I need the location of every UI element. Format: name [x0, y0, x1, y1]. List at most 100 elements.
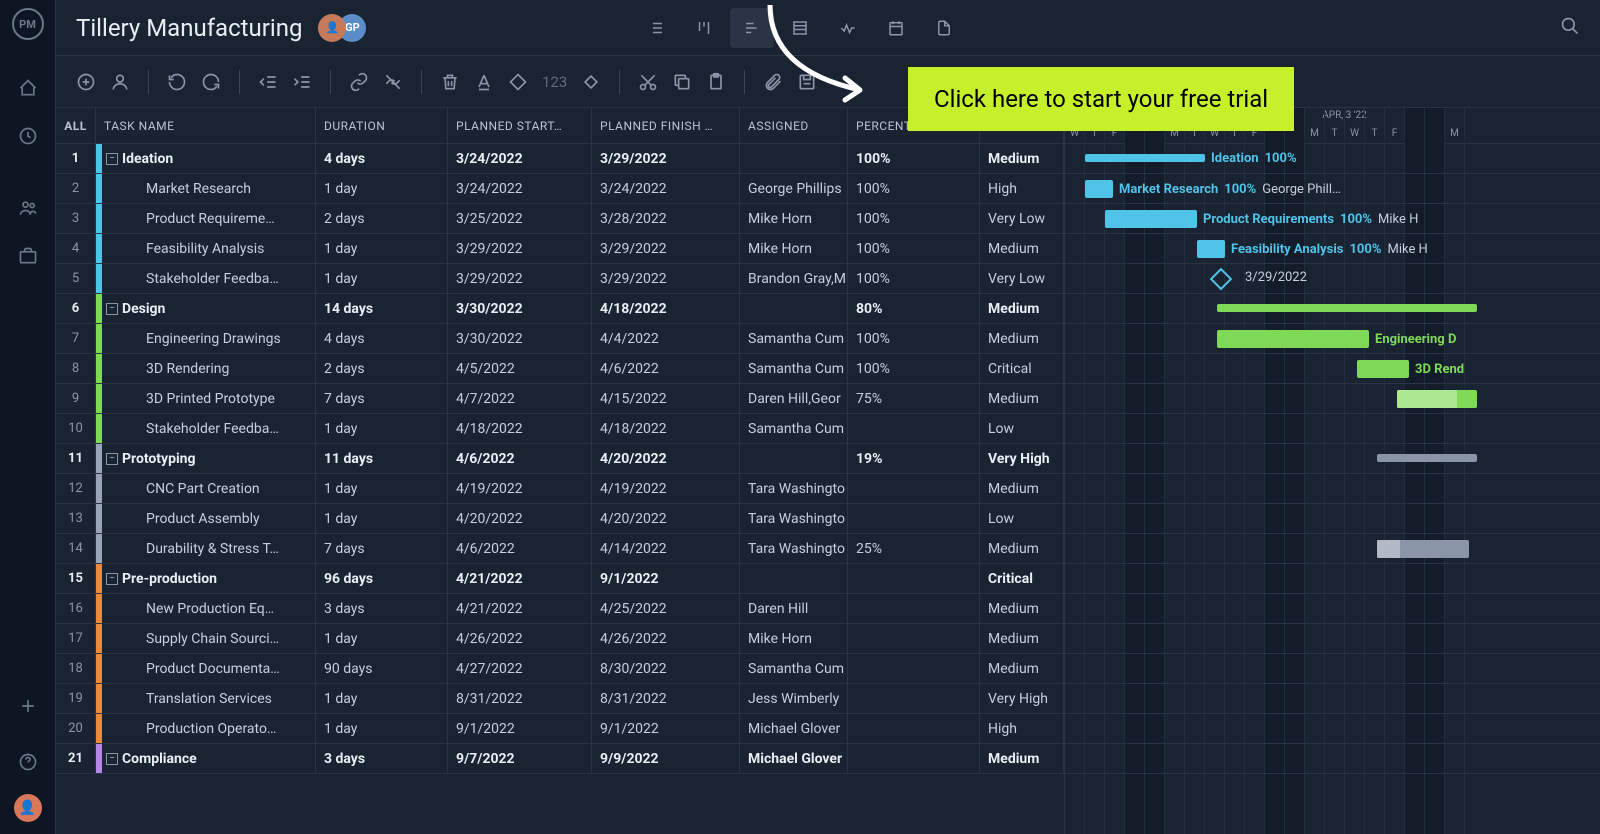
task-name-cell[interactable]: Translation Services [96, 684, 316, 713]
priority-cell[interactable]: Very High [980, 684, 1064, 713]
start-cell[interactable]: 4/20/2022 [448, 504, 592, 533]
assigned-cell[interactable]: Mike Horn [740, 234, 848, 263]
percent-cell[interactable] [848, 564, 980, 593]
unlink-icon[interactable] [383, 72, 403, 92]
gantt-row[interactable] [1065, 414, 1600, 444]
assigned-cell[interactable]: Samantha Cum [740, 324, 848, 353]
task-row[interactable]: 7 Engineering Drawings 4 days 3/30/2022 … [56, 324, 1064, 354]
gantt-bar[interactable]: Engineering D [1217, 330, 1369, 348]
gantt-row[interactable]: Product Requirements100%Mike H [1065, 204, 1600, 234]
priority-cell[interactable]: Medium [980, 534, 1064, 563]
duration-cell[interactable]: 14 days [316, 294, 448, 323]
percent-cell[interactable]: 80% [848, 294, 980, 323]
task-name-cell[interactable]: CNC Part Creation [96, 474, 316, 503]
task-row[interactable]: 14 Durability & Stress T… 7 days 4/6/202… [56, 534, 1064, 564]
priority-cell[interactable]: Medium [980, 324, 1064, 353]
start-cell[interactable]: 3/24/2022 [448, 144, 592, 173]
start-cell[interactable]: 4/18/2022 [448, 414, 592, 443]
task-row[interactable]: 3 Product Requireme… 2 days 3/25/2022 3/… [56, 204, 1064, 234]
col-planned-start[interactable]: PLANNED START… [448, 108, 592, 143]
search-icon[interactable] [1560, 16, 1580, 40]
finish-cell[interactable]: 4/20/2022 [592, 444, 740, 473]
task-name-cell[interactable]: Durability & Stress T… [96, 534, 316, 563]
app-logo[interactable]: PM [12, 8, 44, 40]
percent-cell[interactable]: 100% [848, 324, 980, 353]
gantt-row[interactable] [1065, 294, 1600, 324]
gantt-row[interactable]: Feasibility Analysis100%Mike H [1065, 234, 1600, 264]
percent-cell[interactable]: 100% [848, 144, 980, 173]
finish-cell[interactable]: 3/29/2022 [592, 264, 740, 293]
task-name-cell[interactable]: Product Assembly [96, 504, 316, 533]
task-row[interactable]: 15 − Pre-production 96 days 4/21/2022 9/… [56, 564, 1064, 594]
assigned-cell[interactable]: Tara Washingto [740, 534, 848, 563]
gantt-row[interactable] [1065, 444, 1600, 474]
percent-cell[interactable]: 100% [848, 174, 980, 203]
start-cell[interactable]: 4/7/2022 [448, 384, 592, 413]
cta-callout[interactable]: Click here to start your free trial [908, 67, 1294, 131]
duration-cell[interactable]: 1 day [316, 504, 448, 533]
start-cell[interactable]: 3/29/2022 [448, 234, 592, 263]
col-duration[interactable]: DURATION [316, 108, 448, 143]
priority-cell[interactable]: Medium [980, 384, 1064, 413]
percent-cell[interactable] [848, 474, 980, 503]
view-files-icon[interactable] [922, 8, 966, 48]
gantt-bar[interactable]: Product Requirements100%Mike H [1105, 210, 1197, 228]
view-board-icon[interactable] [682, 8, 726, 48]
finish-cell[interactable]: 8/30/2022 [592, 654, 740, 683]
task-name-cell[interactable]: − Compliance [96, 744, 316, 773]
gantt-row[interactable] [1065, 594, 1600, 624]
finish-cell[interactable]: 3/24/2022 [592, 174, 740, 203]
gantt-chart[interactable]: R, 20 '22MAR, 27 '22APR, 3 '22 WTFSSMTWT… [1065, 108, 1600, 834]
start-cell[interactable]: 8/31/2022 [448, 684, 592, 713]
gantt-row[interactable] [1065, 564, 1600, 594]
outdent-icon[interactable] [258, 72, 278, 92]
percent-cell[interactable] [848, 594, 980, 623]
duration-cell[interactable]: 3 days [316, 744, 448, 773]
task-row[interactable]: 11 − Prototyping 11 days 4/6/2022 4/20/2… [56, 444, 1064, 474]
col-all[interactable]: ALL [56, 108, 96, 143]
delete-icon[interactable] [440, 72, 460, 92]
collapse-icon[interactable]: − [106, 153, 118, 165]
duration-cell[interactable]: 2 days [316, 204, 448, 233]
priority-cell[interactable]: Medium [980, 234, 1064, 263]
percent-cell[interactable]: 100% [848, 264, 980, 293]
collapse-icon[interactable]: − [106, 573, 118, 585]
priority-cell[interactable]: Medium [980, 744, 1064, 773]
task-row[interactable]: 13 Product Assembly 1 day 4/20/2022 4/20… [56, 504, 1064, 534]
start-cell[interactable]: 3/29/2022 [448, 264, 592, 293]
assigned-cell[interactable]: Samantha Cum [740, 354, 848, 383]
gantt-row[interactable]: Engineering D [1065, 324, 1600, 354]
percent-cell[interactable] [848, 744, 980, 773]
add-icon[interactable] [8, 686, 48, 726]
duration-cell[interactable]: 3 days [316, 594, 448, 623]
gantt-bar[interactable] [1397, 390, 1477, 408]
finish-cell[interactable]: 4/26/2022 [592, 624, 740, 653]
duration-cell[interactable]: 1 day [316, 474, 448, 503]
task-name-cell[interactable]: − Design [96, 294, 316, 323]
percent-cell[interactable] [848, 714, 980, 743]
gantt-row[interactable] [1065, 744, 1600, 774]
collapse-icon[interactable]: − [106, 453, 118, 465]
task-row[interactable]: 16 New Production Eq… 3 days 4/21/2022 4… [56, 594, 1064, 624]
task-row[interactable]: 19 Translation Services 1 day 8/31/2022 … [56, 684, 1064, 714]
priority-cell[interactable]: Medium [980, 474, 1064, 503]
assigned-cell[interactable]: Samantha Cum [740, 414, 848, 443]
percent-cell[interactable] [848, 414, 980, 443]
start-cell[interactable]: 4/21/2022 [448, 594, 592, 623]
priority-cell[interactable]: Critical [980, 354, 1064, 383]
finish-cell[interactable]: 3/29/2022 [592, 234, 740, 263]
assigned-cell[interactable] [740, 144, 848, 173]
priority-cell[interactable]: Low [980, 414, 1064, 443]
help-icon[interactable] [8, 742, 48, 782]
assigned-cell[interactable]: Tara Washingto [740, 474, 848, 503]
user-avatar[interactable]: 👤 [14, 794, 42, 822]
priority-cell[interactable]: Medium [980, 594, 1064, 623]
priority-cell[interactable]: Medium [980, 144, 1064, 173]
assigned-cell[interactable]: Michael Glover [740, 714, 848, 743]
start-cell[interactable]: 3/24/2022 [448, 174, 592, 203]
gantt-row[interactable]: 3D Rend [1065, 354, 1600, 384]
copy-icon[interactable] [672, 72, 692, 92]
start-cell[interactable]: 4/21/2022 [448, 564, 592, 593]
finish-cell[interactable]: 3/28/2022 [592, 204, 740, 233]
finish-cell[interactable]: 4/15/2022 [592, 384, 740, 413]
